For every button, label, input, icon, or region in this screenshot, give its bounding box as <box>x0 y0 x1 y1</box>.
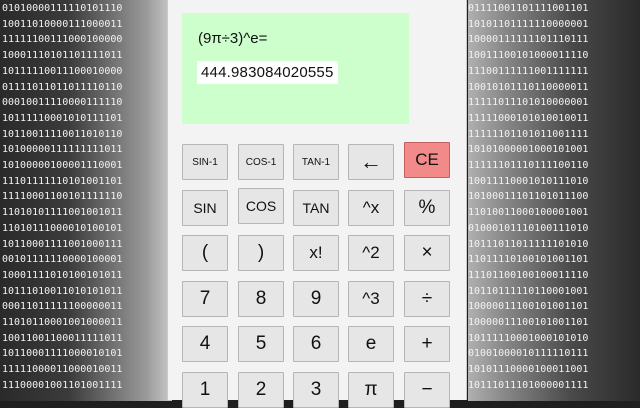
digit-9-button[interactable]: 9 <box>293 281 339 317</box>
sin-button[interactable]: SIN <box>182 190 228 226</box>
acos-button[interactable]: COS-1 <box>238 144 284 180</box>
divide-button[interactable]: ÷ <box>404 281 450 317</box>
clear-entry-button[interactable]: CE <box>404 142 450 178</box>
digit-1-button[interactable]: 1 <box>182 372 228 408</box>
factorial-button[interactable]: x! <box>293 235 339 271</box>
digit-4-button[interactable]: 4 <box>182 326 228 362</box>
digit-5-button[interactable]: 5 <box>238 326 284 362</box>
backspace-button[interactable]: ← <box>348 144 394 180</box>
square-button[interactable]: ^2 <box>348 235 394 271</box>
digit-8-button[interactable]: 8 <box>238 281 284 317</box>
power-x-button[interactable]: ^x <box>348 190 394 226</box>
pi-button[interactable]: π <box>348 372 394 408</box>
euler-button[interactable]: e <box>348 326 394 362</box>
plus-button[interactable]: + <box>404 326 450 362</box>
digit-2-button[interactable]: 2 <box>238 372 284 408</box>
calculator-window: (9π÷3)^e= 444.983084020555 SIN-1 COS-1 T… <box>167 0 467 408</box>
tan-button[interactable]: TAN <box>293 190 339 226</box>
multiply-button[interactable]: × <box>404 235 450 271</box>
cube-button[interactable]: ^3 <box>348 281 394 317</box>
binary-background-left: 01010000111110101110 1001101000011100001… <box>0 0 172 401</box>
result-text: 444.983084020555 <box>197 61 338 84</box>
digit-3-button[interactable]: 3 <box>293 372 339 408</box>
atan-button[interactable]: TAN-1 <box>293 144 339 180</box>
percent-button[interactable]: % <box>404 190 450 226</box>
cos-button[interactable]: COS <box>238 188 284 224</box>
binary-background-right: 01111001101111001101 1010110111111000000… <box>468 0 640 401</box>
asin-button[interactable]: SIN-1 <box>182 144 228 180</box>
minus-button[interactable]: − <box>404 372 450 408</box>
digit-7-button[interactable]: 7 <box>182 281 228 317</box>
calculator-display: (9π÷3)^e= 444.983084020555 <box>182 13 409 124</box>
open-paren-button[interactable]: ( <box>182 235 228 271</box>
digit-6-button[interactable]: 6 <box>293 326 339 362</box>
close-paren-button[interactable]: ) <box>238 235 284 271</box>
expression-text: (9π÷3)^e= <box>198 30 268 47</box>
